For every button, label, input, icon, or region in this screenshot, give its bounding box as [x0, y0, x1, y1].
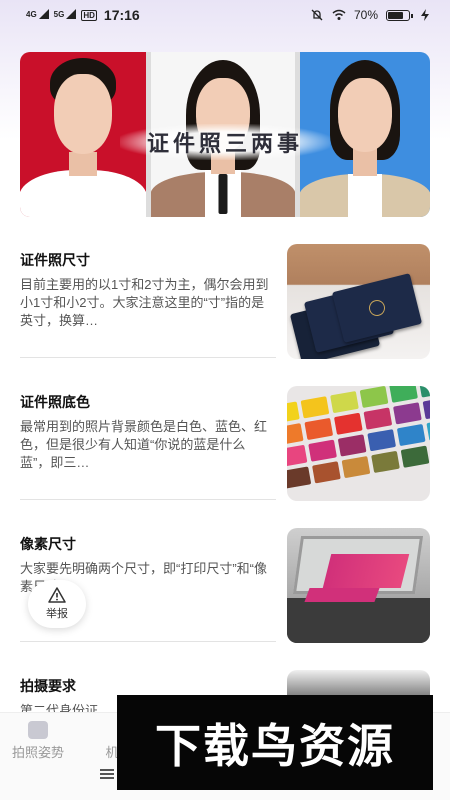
signal-5g-icon: 5G [54, 9, 77, 19]
color-swatch [287, 444, 308, 467]
article-photo-size[interactable]: 证件照尺寸 目前主要用的以1寸和2寸为主，偶尔会用到小1寸和小2寸。大家注意这里… [20, 244, 430, 365]
photo-pose-icon [28, 721, 48, 739]
color-swatch [400, 445, 430, 468]
printing-press-thumbnail [287, 528, 430, 643]
status-time: 17:16 [103, 7, 140, 23]
color-swatch [363, 407, 393, 430]
color-swatch [308, 439, 337, 462]
banner[interactable]: 证件照三两事 [20, 52, 430, 217]
color-swatch [287, 401, 300, 424]
color-swatch [422, 397, 430, 420]
color-swatch [287, 423, 304, 446]
report-button[interactable]: 举报 [28, 580, 86, 628]
color-swatch [359, 386, 389, 409]
hd-icon: HD [81, 9, 97, 21]
signal-4g-icon: 4G [26, 9, 49, 19]
article-title: 证件照尺寸 [20, 252, 90, 268]
color-swatch [418, 386, 430, 398]
menu-icon[interactable] [100, 769, 114, 779]
article-title: 证件照底色 [20, 394, 90, 410]
color-swatch [330, 390, 359, 414]
color-swatch [426, 418, 430, 441]
color-swatch [300, 396, 330, 419]
color-swatch [333, 412, 363, 435]
color-swatch [393, 402, 422, 425]
status-bar: 4G 5G HD 17:16 70% [0, 0, 450, 30]
watermark: 下载鸟资源 [117, 695, 433, 790]
color-swatch [371, 450, 400, 474]
color-swatch [341, 455, 371, 479]
color-swatches-thumbnail [287, 386, 430, 501]
color-swatch [337, 434, 367, 457]
article-title: 拍摄要求 [20, 678, 76, 694]
tab-photo-pose[interactable]: 拍照姿势 [12, 721, 64, 761]
color-swatch [304, 417, 334, 441]
color-swatch [389, 386, 418, 403]
divider [20, 357, 276, 358]
color-swatch [287, 466, 312, 489]
divider [20, 641, 276, 642]
tab-label: 拍照姿势 [12, 745, 65, 760]
article-background-color[interactable]: 证件照底色 最常用到的照片背景颜色是白色、蓝色、红色，但是很少有人知道“你说的蓝… [20, 386, 430, 507]
passport-thumbnail [287, 244, 430, 359]
banner-title: 证件照三两事 [120, 124, 330, 160]
color-swatch [312, 461, 341, 484]
mute-bell-icon [311, 9, 323, 21]
report-label: 举报 [46, 608, 68, 620]
wifi-icon [332, 9, 346, 20]
warning-icon [48, 587, 66, 603]
status-left: 4G 5G HD 17:16 [26, 7, 140, 23]
article-description: 目前主要用的以1寸和2寸为主，偶尔会用到小1寸和小2寸。大家注意这里的“寸”指的… [20, 277, 269, 328]
battery-icon [386, 9, 413, 21]
divider [20, 499, 276, 500]
charging-icon [421, 9, 429, 21]
battery-percent: 70% [353, 8, 378, 22]
status-right: 70% [310, 8, 432, 22]
article-description: 最常用到的照片背景颜色是白色、蓝色、红色，但是很少有人知道“你说的蓝是什么蓝”，… [20, 419, 268, 470]
color-swatch [367, 429, 397, 452]
color-swatch [396, 423, 426, 447]
article-title: 像素尺寸 [20, 536, 76, 552]
